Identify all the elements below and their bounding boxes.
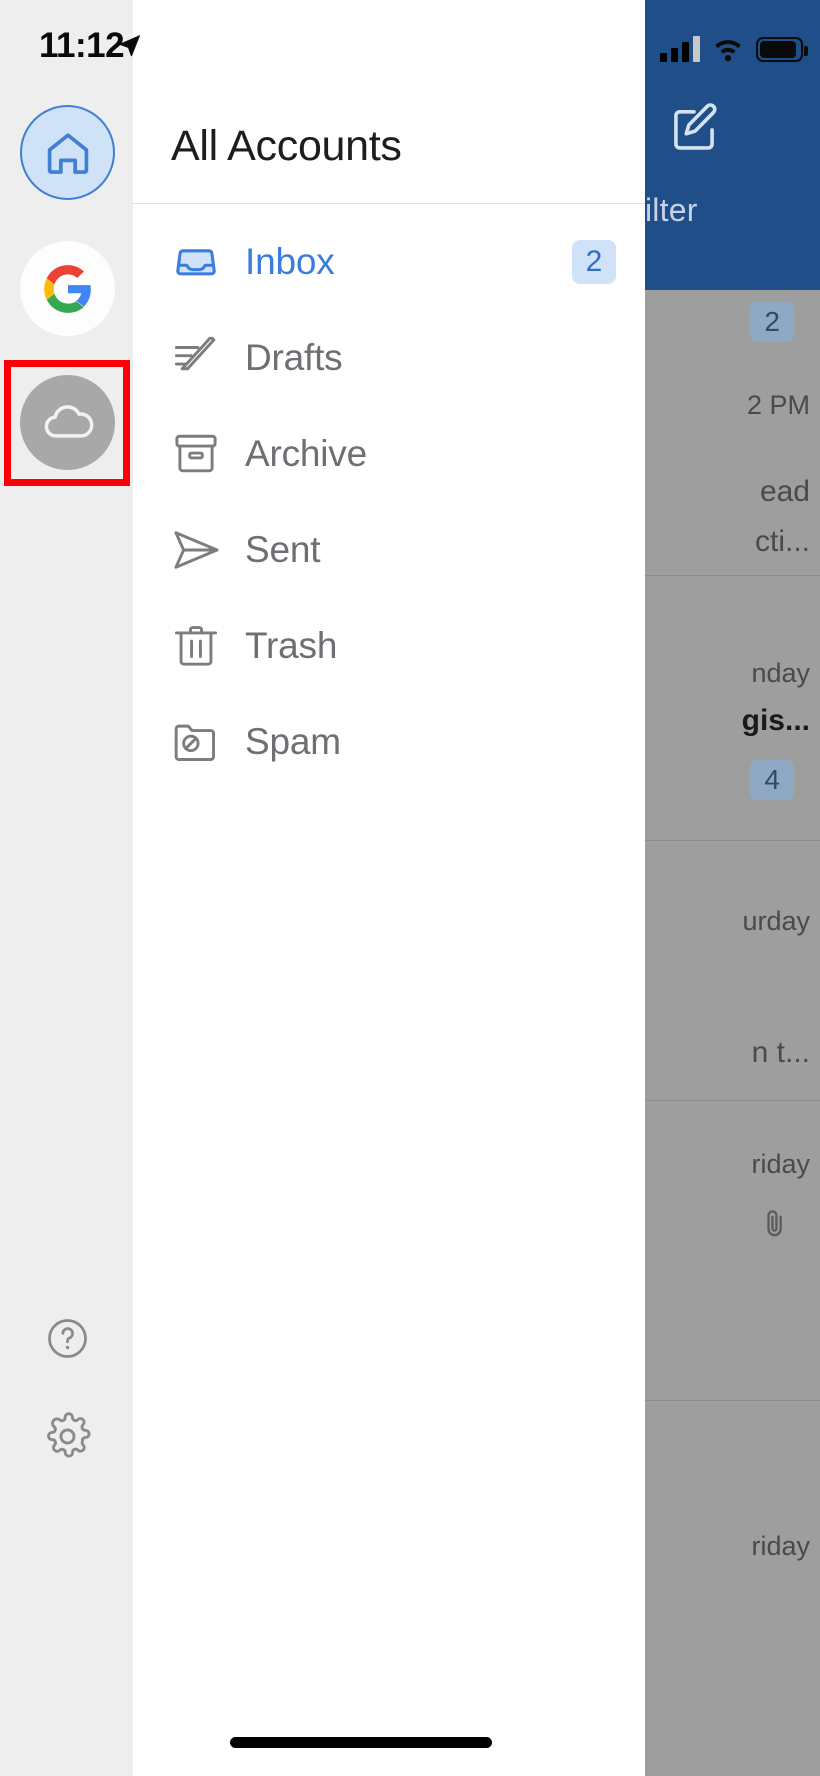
sidebar-account-google[interactable] (20, 241, 115, 336)
sidebar-item-label: Inbox (245, 241, 335, 282)
background-list-item[interactable]: urday n t... (645, 841, 820, 1101)
home-icon (47, 132, 88, 174)
sidebar-item-sent[interactable]: Sent (133, 502, 645, 598)
sidebar-item-label: Trash (245, 625, 338, 666)
background-item-snippet: n t... (751, 1036, 810, 1069)
background-mail-list: 2 2 PM ead cti... nday gis... 4 urday n … (645, 290, 820, 1776)
inbox-tray-icon (165, 231, 227, 293)
folder-list: Inbox 2 Drafts Archive Sent Trash Spam (133, 214, 645, 790)
background-item-date: nday (751, 658, 810, 688)
trash-can-icon (165, 615, 227, 677)
sidebar-item-label: Drafts (245, 337, 343, 378)
gear-icon[interactable] (43, 1412, 92, 1461)
background-list-item[interactable]: riday (645, 1101, 820, 1401)
background-item-badge: 4 (750, 760, 794, 800)
sidebar-item-label: Archive (245, 433, 367, 474)
inbox-unread-badge: 2 (572, 240, 616, 284)
paperclip-icon (767, 1210, 782, 1237)
phone-screen: ilter 2 2 PM ead cti... nday gis... 4 ur… (0, 0, 820, 1776)
background-item-snippet: cti... (754, 525, 810, 558)
background-navbar: ilter (645, 0, 820, 290)
sidebar-item-inbox[interactable]: Inbox 2 (133, 214, 645, 310)
background-item-snippet: ead (759, 475, 810, 508)
sidebar-item-drafts[interactable]: Drafts (133, 310, 645, 406)
archive-box-icon (165, 423, 227, 485)
folder-drawer: All Accounts Inbox 2 Drafts Archive Sent… (133, 0, 645, 1776)
sidebar-account-home[interactable] (20, 105, 115, 200)
background-item-subject: gis... (741, 704, 810, 737)
background-item-date: urday (742, 906, 810, 936)
page-title: All Accounts (171, 122, 402, 170)
sidebar-item-label: Spam (245, 721, 341, 762)
sidebar-item-trash[interactable]: Trash (133, 598, 645, 694)
background-list-item[interactable]: nday gis... 4 (645, 576, 820, 841)
sidebar-item-archive[interactable]: Archive (133, 406, 645, 502)
account-rail (0, 0, 133, 1776)
background-list-item[interactable]: riday (645, 1401, 820, 1701)
icloud-account-highlight-box (4, 360, 130, 486)
background-item-date: riday (751, 1149, 810, 1179)
background-mail-app: ilter 2 2 PM ead cti... nday gis... 4 ur… (645, 0, 820, 1776)
google-logo-icon (43, 264, 91, 313)
background-list-item[interactable]: 2 PM ead cti... (645, 290, 820, 576)
background-item-date: 2 PM (746, 390, 810, 420)
sidebar-item-spam[interactable]: Spam (133, 694, 645, 790)
drawer-divider (133, 203, 645, 204)
paper-plane-icon (165, 519, 227, 581)
home-indicator-bar (230, 1737, 492, 1748)
question-mark-circle-icon[interactable] (44, 1315, 91, 1362)
compose-pencil-square-icon[interactable] (663, 95, 725, 157)
background-filter-label[interactable]: ilter (645, 192, 698, 229)
background-item-date: riday (751, 1531, 810, 1561)
pencil-lines-icon (165, 327, 227, 389)
folder-blocked-icon (165, 711, 227, 773)
sidebar-item-label: Sent (245, 529, 321, 570)
